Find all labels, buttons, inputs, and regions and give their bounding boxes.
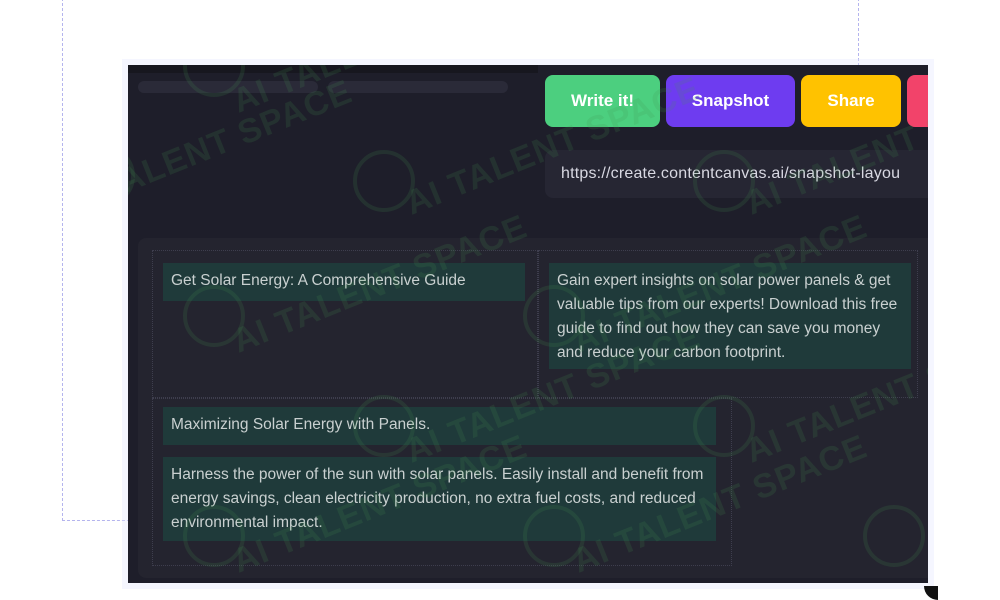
snapshot-button[interactable]: Snapshot [666, 75, 795, 127]
corner-mark [924, 586, 938, 600]
snapshot-url-field[interactable]: https://create.contentcanvas.ai/snapshot… [545, 150, 928, 198]
write-it-button[interactable]: Write it! [545, 75, 660, 127]
headline-block[interactable]: Get Solar Energy: A Comprehensive Guide [163, 263, 525, 301]
top-strip [128, 65, 538, 73]
watermark-text: AI TALENT SPACE [227, 65, 533, 121]
layout-canvas: Get Solar Energy: A Comprehensive Guide … [138, 238, 928, 578]
body-block[interactable]: Harness the power of the sun with solar … [163, 457, 716, 541]
watermark-text: AI TALENT SPACE [128, 72, 358, 226]
ghost-tab [138, 81, 318, 93]
share-button[interactable]: Share [801, 75, 901, 127]
brain-icon [128, 145, 135, 207]
subheading-block[interactable]: Maximizing Solar Energy with Panels. [163, 407, 716, 445]
toolbar: Write it! Snapshot Share [545, 75, 928, 127]
editor-panel: Write it! Snapshot Share https://create.… [128, 65, 928, 583]
intro-block[interactable]: Gain expert insights on solar power pane… [549, 263, 911, 369]
brain-icon [353, 150, 415, 212]
snapshot-url-text: https://create.contentcanvas.ai/snapshot… [561, 165, 901, 182]
extra-button[interactable] [907, 75, 928, 127]
ghost-tab [328, 81, 508, 93]
